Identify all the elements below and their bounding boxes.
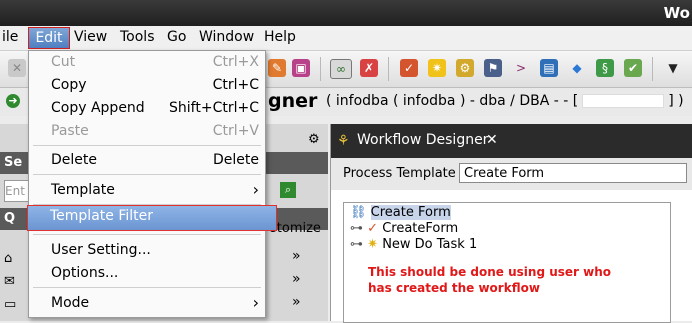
window-icon[interactable]: ▤: [540, 59, 558, 77]
task-icon: ✓: [367, 221, 379, 236]
process-template-field[interactable]: Create Form: [459, 163, 687, 183]
route-icon[interactable]: ⚙: [456, 59, 474, 77]
annotation-note: This should be done using user who: [368, 265, 612, 279]
section-label: Q: [4, 211, 16, 226]
toolbar-separator: [320, 57, 321, 81]
redacted-field: [582, 94, 665, 108]
menu-tools[interactable]: Tools: [120, 29, 155, 45]
annotation-note: has created the workflow: [368, 281, 540, 295]
mail-icon[interactable]: ✉: [4, 274, 15, 289]
tree-item-label: CreateForm: [382, 221, 459, 236]
tree-root-icon: ⛓: [350, 205, 367, 220]
submenu-arrow-icon: ›: [252, 293, 259, 312]
back-arrow-icon[interactable]: ➜: [6, 94, 20, 108]
menu-item-cut[interactable]: Cut Ctrl+X: [29, 51, 265, 73]
process-template-label: Process Template: [343, 166, 456, 181]
menu-item-copy-append[interactable]: Copy Append Shift+Ctrl+C: [29, 97, 265, 119]
tree-root[interactable]: ⛓ Create Form: [350, 205, 451, 220]
search-icon[interactable]: ⌕: [280, 182, 296, 198]
menu-file[interactable]: ile: [2, 29, 18, 45]
chevron-right-icon[interactable]: »: [292, 271, 301, 287]
workflow-designer-panel: ⚘ Workflow Designer ✕ Process Template C…: [330, 124, 692, 323]
menu-separator: [33, 287, 261, 288]
tree-item-new-do-task[interactable]: ⊶ ✷ New Do Task 1: [350, 237, 477, 252]
menu-separator: [33, 234, 261, 235]
tab-label: Workflow Designer: [357, 132, 489, 148]
star-icon: ✷: [367, 237, 379, 252]
close-icon[interactable]: ✕: [486, 132, 498, 148]
scroll-icon[interactable]: §: [596, 59, 614, 77]
tree-item-createform[interactable]: ⊶ ✓ CreateForm: [350, 221, 458, 236]
menu-window[interactable]: Window: [199, 29, 254, 45]
arrow-icon[interactable]: >: [512, 59, 530, 77]
chevron-right-icon[interactable]: »: [292, 248, 301, 264]
menu-item-user-setting[interactable]: User Setting...: [29, 239, 265, 261]
tree-root-label: Create Form: [370, 205, 451, 220]
template-icon[interactable]: ▣: [292, 59, 310, 77]
star-icon[interactable]: ✷: [428, 59, 446, 77]
task-icon[interactable]: ✓: [400, 59, 418, 77]
tree-item-label: New Do Task 1: [382, 237, 478, 252]
edit-menu-dropdown: Cut Ctrl+X Copy Ctrl+C Copy Append Shift…: [27, 50, 277, 318]
window-title: Wo: [663, 4, 690, 22]
glasses-icon[interactable]: ∞: [330, 59, 352, 79]
toolbar-separator: [388, 57, 389, 81]
chevron-right-icon[interactable]: »: [292, 294, 301, 310]
menu-item-template-filter[interactable]: Template Filter: [27, 205, 277, 231]
title-bar: Wo: [0, 0, 692, 26]
submenu-arrow-icon: ›: [252, 180, 259, 199]
diamond-icon[interactable]: ◆: [568, 59, 586, 77]
process-template-row: Process Template Create Form: [331, 158, 692, 190]
check-list-icon[interactable]: ✔: [624, 59, 642, 77]
menu-item-template[interactable]: Template ›: [29, 179, 265, 201]
process-tree: ⛓ Create Form ⊶ ✓ CreateForm ⊶ ✷ New Do …: [343, 202, 671, 323]
tab-workflow-designer[interactable]: ⚘ Workflow Designer ✕: [331, 124, 692, 158]
menu-help[interactable]: Help: [264, 29, 296, 45]
close-x-icon[interactable]: ✕: [8, 59, 26, 77]
gear-icon[interactable]: ⚙: [308, 132, 320, 147]
menu-item-delete[interactable]: Delete Delete: [29, 149, 265, 171]
home-icon[interactable]: ⌂: [4, 251, 12, 266]
menu-bar: ile Edit View Tools Go Window Help: [0, 26, 692, 51]
customize-link[interactable]: stomize: [270, 221, 321, 236]
section-label: Se: [4, 155, 23, 170]
flag-icon[interactable]: ⚑: [484, 59, 502, 77]
workflow-icon: ⚘: [337, 133, 350, 149]
toolbar-separator: [652, 57, 653, 81]
menu-view[interactable]: View: [74, 29, 107, 45]
menu-item-options[interactable]: Options...: [29, 262, 265, 284]
menu-separator: [33, 174, 261, 175]
edit-form-icon[interactable]: ✎: [268, 59, 286, 77]
folder-icon[interactable]: ▭: [4, 297, 16, 312]
menu-item-paste[interactable]: Paste Ctrl+V: [29, 120, 265, 142]
menu-separator: [33, 145, 261, 146]
menu-item-mode[interactable]: Mode ›: [29, 292, 265, 314]
expand-icon[interactable]: ⊶: [350, 221, 363, 236]
chevron-down-icon[interactable]: ▼: [664, 59, 682, 77]
cross-arrow-icon[interactable]: ✗: [360, 59, 378, 77]
page-title: gner: [268, 90, 318, 112]
menu-edit[interactable]: Edit: [28, 27, 70, 49]
expand-icon[interactable]: ⊶: [350, 237, 363, 252]
menu-go[interactable]: Go: [167, 29, 186, 45]
menu-item-copy[interactable]: Copy Ctrl+C: [29, 74, 265, 96]
page-subtitle: ( infodba ( infodba ) - dba / DBA - - []…: [326, 93, 684, 109]
